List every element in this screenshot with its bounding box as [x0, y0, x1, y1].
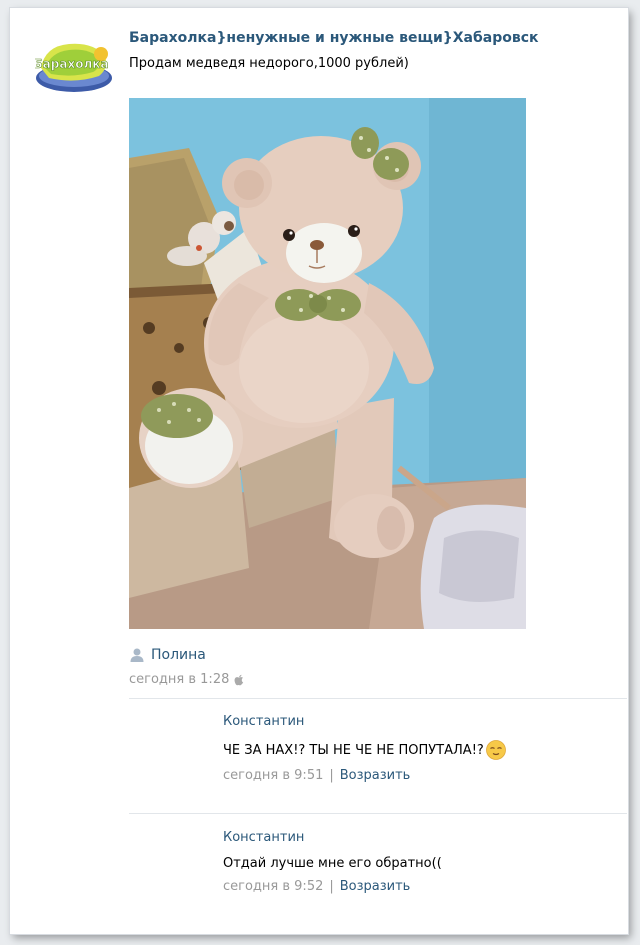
divider	[129, 813, 627, 814]
comment-text-content: Отдай лучше мне его обратно((	[223, 856, 442, 871]
reply-button[interactable]: Возразить	[340, 879, 411, 894]
comment-meta: сегодня в 9:51 | Возразить	[223, 768, 506, 783]
comment: Константин Отдай лучше мне его обратно((…	[223, 830, 442, 894]
reply-button[interactable]: Возразить	[340, 768, 411, 783]
user-icon	[130, 648, 144, 662]
comment-time[interactable]: сегодня в 9:51	[223, 768, 323, 783]
comment-text: Отдай лучше мне его обратно((	[223, 856, 442, 871]
comment: Константин ЧЕ ЗА НАХ!? ТЫ НЕ ЧЕ НЕ ПОПУТ…	[223, 714, 506, 783]
post-timestamp: сегодня в 1:28	[129, 672, 244, 687]
divider	[129, 698, 627, 699]
group-name-link[interactable]: Барахолка}ненужные и нужные вещи}Хабаров…	[129, 30, 539, 46]
svg-text:Барахолка: Барахолка	[35, 57, 108, 71]
meta-separator: |	[329, 879, 334, 894]
post-time-text[interactable]: сегодня в 1:28	[129, 672, 229, 687]
group-avatar[interactable]: Барахолка	[35, 38, 113, 96]
relieved-face-emoji-icon	[485, 740, 506, 760]
comment-text-content: ЧЕ ЗА НАХ!? ТЫ НЕ ЧЕ НЕ ПОПУТАЛА!?	[223, 742, 484, 758]
post-text: Продам медведя недорого,1000 рублей)	[129, 56, 409, 71]
meta-separator: |	[329, 768, 334, 783]
comment-author[interactable]: Константин	[223, 830, 442, 850]
comment-author[interactable]: Константин	[223, 714, 506, 734]
apple-icon	[234, 674, 244, 685]
post-author[interactable]: Полина	[129, 645, 206, 665]
post-photo[interactable]	[129, 98, 526, 629]
post-author-name[interactable]: Полина	[151, 647, 206, 663]
comment-text: ЧЕ ЗА НАХ!? ТЫ НЕ ЧЕ НЕ ПОПУТАЛА!?	[223, 740, 506, 760]
post-card: Барахолка Барахолка}ненужные и нужные ве…	[10, 8, 628, 934]
comment-time[interactable]: сегодня в 9:52	[223, 879, 323, 894]
comment-meta: сегодня в 9:52 | Возразить	[223, 879, 442, 894]
teddy-bear-image	[129, 98, 526, 629]
